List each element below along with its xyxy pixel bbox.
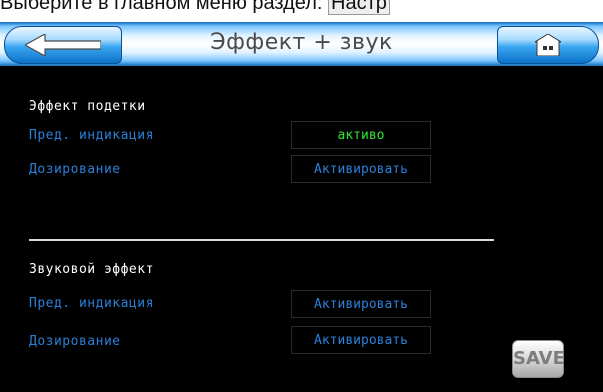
row-pre-indication-label: Пред. индикация xyxy=(29,128,154,143)
home-icon xyxy=(535,34,561,56)
pre-indication-effect-button[interactable]: активо xyxy=(291,121,431,149)
section-divider xyxy=(29,239,494,241)
section-sound-label: Звуковой эффект xyxy=(29,262,154,277)
dosing-effect-button[interactable]: Активировать xyxy=(291,155,431,183)
device-screen: Эффект + звук Эффект подетки Пред. индик… xyxy=(0,22,603,392)
row-dosing-sound-label: Дозирование xyxy=(29,334,121,349)
document-caption: Выберите в главном меню раздел: Настр xyxy=(0,0,603,22)
header-bar: Эффект + звук xyxy=(0,22,603,69)
home-button[interactable] xyxy=(497,26,599,64)
dosing-sound-button[interactable]: Активировать xyxy=(291,326,431,354)
caption-boxed-term: Настр xyxy=(328,0,390,15)
row-pre-indication-sound-label: Пред. индикация xyxy=(29,296,154,311)
row-dosing-label: Дозирование xyxy=(29,162,121,177)
save-button[interactable]: SAVE xyxy=(512,340,565,378)
section-effect-label: Эффект подетки xyxy=(29,99,146,114)
pre-indication-sound-button[interactable]: Активировать xyxy=(291,290,431,318)
caption-text: Выберите в главном меню раздел: xyxy=(0,0,329,14)
